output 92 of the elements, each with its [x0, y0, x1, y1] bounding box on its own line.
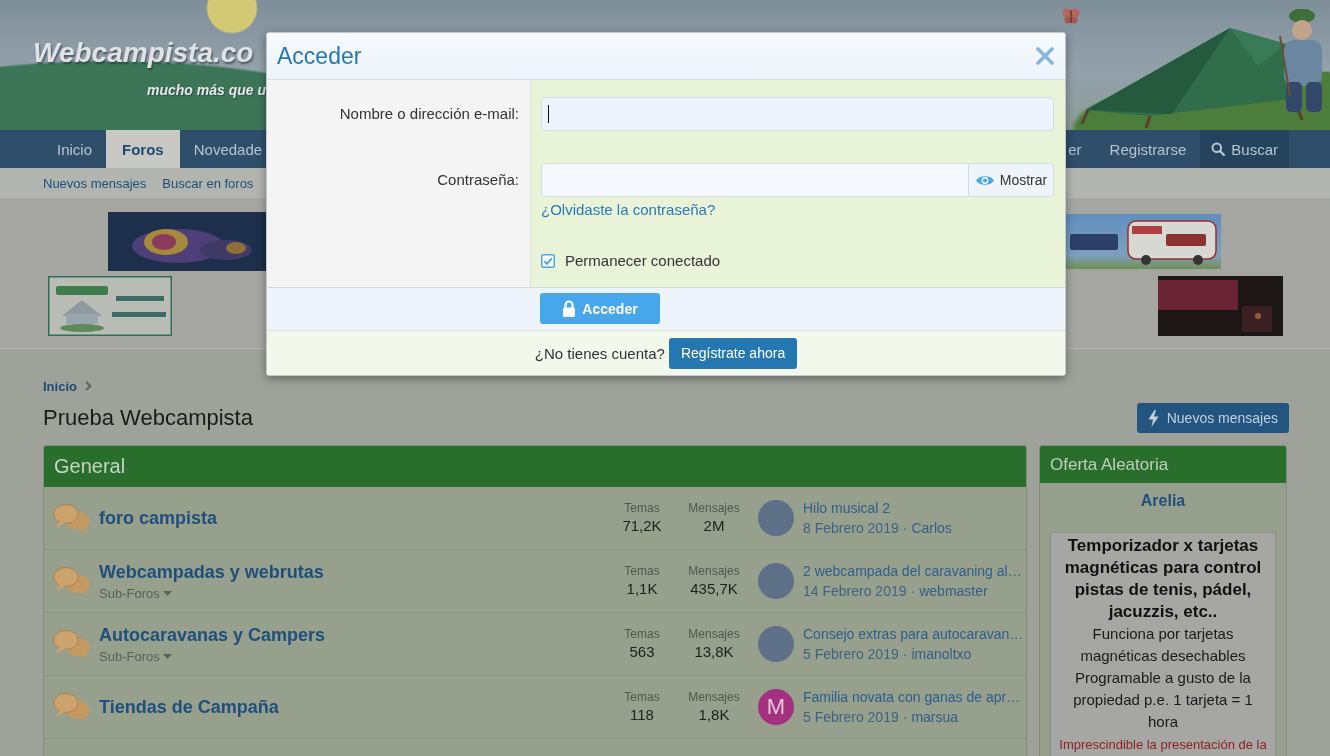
- stat-value: 1,1K: [626, 579, 658, 599]
- stat-value: 2M: [703, 516, 725, 536]
- letter-avatar[interactable]: M: [758, 689, 794, 725]
- post-date[interactable]: 14 Febrero 2019: [803, 580, 907, 601]
- password-field[interactable]: [541, 163, 969, 197]
- site-tagline: mucho más que u: [146, 82, 266, 98]
- speech-bubbles-icon: [53, 691, 91, 723]
- stat-value: 1,8K: [698, 705, 730, 725]
- forgot-password-link[interactable]: ¿Olvidaste la contraseña?: [541, 200, 716, 220]
- field-label: Contraseña:: [437, 170, 519, 190]
- stat-label: Temas: [624, 500, 660, 516]
- lightning-icon: [1147, 409, 1159, 427]
- subforums-link[interactable]: Sub-Foros: [99, 648, 172, 664]
- close-icon: [1036, 47, 1054, 65]
- speech-bubbles-icon: [53, 628, 91, 660]
- stat-label: Mensajes: [688, 689, 740, 705]
- offer-description: Programable a gusto de la propiedad p.e. 1 tarjeta = 1 hora: [1072, 668, 1254, 732]
- separator: ·: [902, 644, 908, 664]
- forum-title-link[interactable]: Tiendas de Campaña: [99, 696, 279, 718]
- post-date[interactable]: 5 Febrero 2019: [803, 643, 899, 664]
- avatar-photo[interactable]: [758, 563, 794, 599]
- nav-tab[interactable]: er: [1066, 130, 1096, 168]
- section-header: General: [44, 446, 1026, 487]
- stat-label: Temas: [624, 563, 660, 579]
- breadcrumb-link[interactable]: Inicio: [43, 378, 77, 394]
- signup-button[interactable]: Regístrate ahora: [668, 337, 798, 369]
- subnav-link[interactable]: Nuevos mensajes: [43, 175, 147, 191]
- last-post-link[interactable]: Hilo musical 2: [803, 498, 891, 518]
- offer-description: Funciona por tarjetas magnéticas desechables: [1079, 624, 1247, 666]
- product-link[interactable]: Arelia: [1140, 492, 1186, 510]
- stat-value: 435,7K: [690, 579, 738, 599]
- advertisement-image[interactable]: [48, 276, 172, 336]
- page-title: Prueba Webcampista: [43, 405, 253, 431]
- last-post-link[interactable]: Consejo extras para autocaravan…: [803, 624, 1024, 644]
- offer-notice: Imprescindible la presentación de la: [1059, 736, 1267, 754]
- show-password-button[interactable]: Mostrar: [969, 163, 1054, 197]
- stat-value: 71,2K: [622, 516, 662, 536]
- stat-value: 13,8K: [694, 642, 734, 662]
- last-post-link[interactable]: Familia novata con ganas de apr…: [803, 687, 1021, 707]
- advertisement-image[interactable]: [1066, 214, 1221, 269]
- close-button[interactable]: [1035, 46, 1055, 66]
- nav-tab[interactable]: Foros: [106, 130, 180, 168]
- forum-title-link[interactable]: Autocaravanas y Campers: [99, 624, 326, 646]
- author-link[interactable]: marsua: [911, 706, 959, 727]
- lock-icon: [562, 300, 577, 317]
- dialog-title: Acceder: [277, 42, 362, 70]
- stat-value: 118: [630, 705, 654, 725]
- eye-icon: [974, 173, 995, 187]
- advertisement-image[interactable]: [108, 212, 266, 271]
- caret-icon: [162, 653, 172, 659]
- avatar-photo[interactable]: [758, 626, 794, 662]
- separator: ·: [902, 707, 908, 727]
- stat-label: Temas: [624, 689, 660, 705]
- text-cursor-icon: [548, 105, 549, 123]
- nav-tab[interactable]: Inicio: [43, 130, 107, 168]
- nav-tab[interactable]: Registrarse: [1095, 130, 1201, 168]
- forum-title-link[interactable]: Webcampadas y webrutas: [99, 561, 324, 583]
- sidebar-header: Oferta Aleatoria: [1040, 446, 1286, 483]
- author-link[interactable]: Carlos: [911, 517, 952, 538]
- signup-prompt: ¿No tienes cuenta?: [534, 344, 665, 362]
- checkbox[interactable]: [541, 253, 555, 268]
- nav-tab[interactable]: Novedade: [179, 130, 263, 168]
- speech-bubbles-icon: [53, 502, 91, 534]
- login-button[interactable]: Acceder: [540, 293, 660, 324]
- subforums-link[interactable]: Sub-Foros: [99, 585, 172, 601]
- author-link[interactable]: imanoltxo: [911, 643, 972, 664]
- email-field[interactable]: [541, 97, 1054, 131]
- new-posts-button[interactable]: Nuevos mensajes: [1136, 403, 1289, 433]
- speech-bubbles-icon: [53, 565, 91, 597]
- avatar-photo[interactable]: [758, 500, 794, 536]
- separator: ·: [910, 581, 916, 601]
- chevron-icon: [84, 381, 92, 391]
- site-logo[interactable]: Webcampista.co: [33, 36, 254, 70]
- post-date[interactable]: 5 Febrero 2019: [803, 706, 899, 727]
- stat-label: Mensajes: [688, 626, 740, 642]
- stat-label: Mensajes: [688, 563, 740, 579]
- stat-value: 563: [629, 642, 655, 662]
- stat-label: Mensajes: [688, 500, 740, 516]
- stat-label: Temas: [624, 626, 660, 642]
- butterfly-icon: [1062, 8, 1080, 24]
- checkbox-label[interactable]: Permanecer conectado: [565, 252, 721, 269]
- subnav-link[interactable]: Buscar en foros: [162, 175, 254, 191]
- author-link[interactable]: webmaster: [919, 580, 988, 601]
- separator: ·: [902, 518, 908, 538]
- search-icon: [1211, 142, 1226, 156]
- caret-icon: [162, 590, 172, 596]
- offer-headline: Temporizador x tarjetas magnéticas para control pistas de tenis, pádel, jacuzzis, etc..: [1063, 535, 1263, 623]
- last-post-link[interactable]: 2 webcampada del caravaning al…: [803, 561, 1022, 581]
- post-date[interactable]: 8 Febrero 2019: [803, 517, 899, 538]
- forum-title-link[interactable]: foro campista: [99, 507, 218, 529]
- field-label: Nombre o dirección e-mail:: [339, 104, 519, 124]
- search-tab[interactable]: Buscar: [1200, 130, 1289, 168]
